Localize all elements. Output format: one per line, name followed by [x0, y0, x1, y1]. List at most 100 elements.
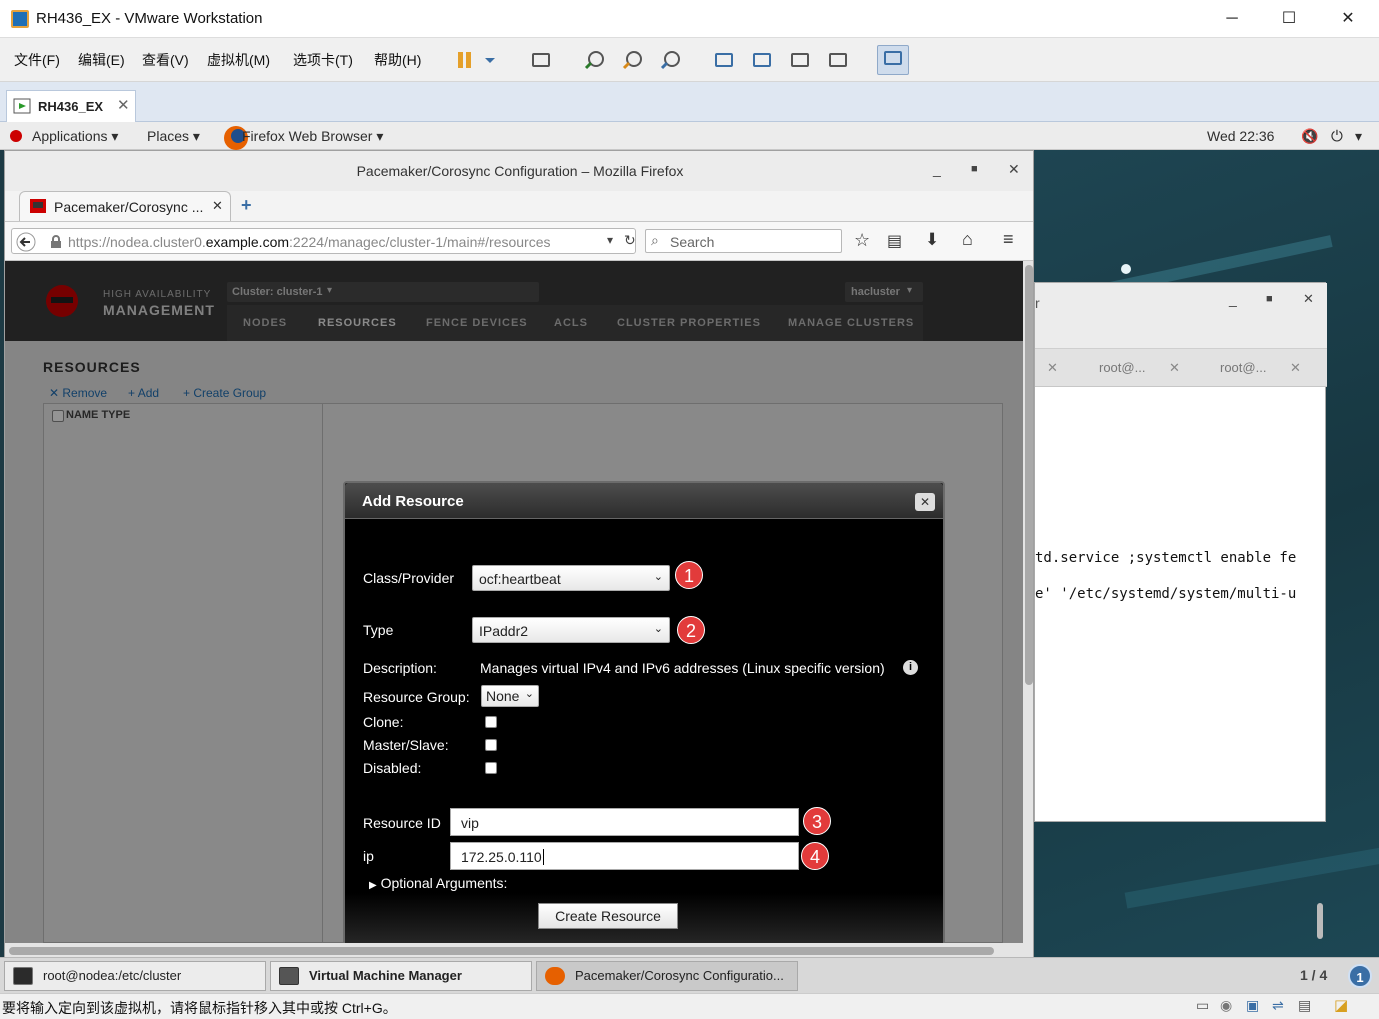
- menu-file[interactable]: 文件(F): [14, 50, 60, 70]
- clock[interactable]: Wed 22:36: [1207, 128, 1274, 144]
- firefox-navbar: https://nodea.cluster0.example.com:2224/…: [5, 221, 1033, 261]
- terminal-tab-1[interactable]: root@...: [1099, 360, 1145, 375]
- power-icon[interactable]: ⏻: [1331, 128, 1343, 145]
- hdd-icon[interactable]: ▭: [1196, 997, 1209, 1014]
- terminal-tab-2[interactable]: root@...: [1220, 360, 1266, 375]
- menu-vm[interactable]: 虚拟机(M): [207, 50, 270, 70]
- close-tab-icon[interactable]: ✕: [117, 96, 130, 114]
- maximize-icon[interactable]: ☐: [1266, 6, 1312, 32]
- taskbar-firefox[interactable]: Pacemaker/Corosync Configuratio...: [536, 961, 798, 991]
- close-icon[interactable]: ✕: [1303, 291, 1314, 307]
- disabled-checkbox[interactable]: [485, 762, 497, 774]
- close-icon[interactable]: ✕: [1008, 161, 1020, 178]
- resource-id-input[interactable]: vip: [450, 808, 799, 836]
- library-view-icon[interactable]: [711, 48, 737, 72]
- vmware-statusbar: 要将输入定向到该虚拟机，请将鼠标指针移入其中或按 Ctrl+G。 ▭ ◉ ▣ ⇌…: [0, 993, 1379, 1019]
- message-icon[interactable]: ◪: [1334, 996, 1348, 1014]
- clone-checkbox[interactable]: [485, 716, 497, 728]
- vertical-scrollbar[interactable]: [1023, 261, 1033, 943]
- tab-rh436[interactable]: RH436_EX ✕: [6, 90, 136, 122]
- maximize-icon[interactable]: ■: [1266, 293, 1273, 305]
- minimize-icon[interactable]: _: [933, 161, 941, 177]
- virt-manager-icon: [279, 967, 299, 985]
- ip-label: ip: [363, 848, 374, 864]
- places-menu[interactable]: Places ▾: [147, 128, 200, 145]
- volume-icon[interactable]: 🔇: [1301, 128, 1318, 145]
- fullscreen-icon[interactable]: [787, 48, 813, 72]
- terminal-tabs: ✕ root@... ✕ root@... ✕: [1035, 349, 1327, 387]
- menu-edit[interactable]: 编辑(E): [78, 50, 125, 70]
- bookmarks-list-icon[interactable]: ▤: [887, 231, 902, 251]
- chevron-down-icon[interactable]: [480, 48, 500, 72]
- info-icon[interactable]: i: [903, 660, 918, 675]
- ip-input[interactable]: 172.25.0.110: [450, 842, 799, 870]
- snapshot-icon[interactable]: [582, 48, 608, 72]
- annotation-badge-4: 4: [801, 842, 829, 870]
- resource-group-select[interactable]: None ⌄: [481, 685, 539, 707]
- send-keys-icon[interactable]: [528, 48, 554, 72]
- chevron-down-icon[interactable]: ▾: [1355, 128, 1362, 145]
- firefox-window[interactable]: Pacemaker/Corosync Configuration – Mozil…: [4, 150, 1034, 957]
- download-icon[interactable]: ⬇: [925, 230, 939, 250]
- notification-badge[interactable]: 1: [1348, 964, 1372, 988]
- cdrom-icon[interactable]: ◉: [1220, 997, 1232, 1014]
- guest-desktop[interactable]: Applications ▾ Places ▾ Firefox Web Brow…: [0, 122, 1379, 957]
- chevron-down-icon[interactable]: ▾: [607, 233, 613, 247]
- page-content: HIGH AVAILABILITY MANAGEMENT Cluster: cl…: [5, 261, 1023, 943]
- close-tab-icon[interactable]: ✕: [212, 198, 223, 214]
- thumbnail-view-icon[interactable]: [749, 48, 775, 72]
- revert-snapshot-icon[interactable]: [620, 48, 646, 72]
- caret-right-icon: ▶: [369, 880, 377, 891]
- bookmark-star-icon[interactable]: ☆: [854, 230, 870, 251]
- close-icon[interactable]: ✕: [1325, 6, 1371, 32]
- reload-icon[interactable]: ↻: [624, 232, 636, 249]
- applications-menu[interactable]: Applications ▾: [32, 128, 118, 145]
- usb-icon[interactable]: ⇌: [1272, 997, 1284, 1014]
- menu-tabs[interactable]: 选项卡(T): [293, 50, 353, 70]
- unity-icon[interactable]: [825, 48, 851, 72]
- close-tab-icon[interactable]: ✕: [1169, 360, 1180, 376]
- menu-view[interactable]: 查看(V): [142, 50, 189, 70]
- firefox-title: Pacemaker/Corosync Configuration – Mozil…: [356, 163, 684, 179]
- hamburger-menu-icon[interactable]: ≡: [1003, 229, 1014, 250]
- dialog-footer: Create Resource: [345, 893, 943, 943]
- search-input[interactable]: ⌕ Search: [645, 229, 842, 253]
- class-provider-select[interactable]: ocf:heartbeat ⌄: [472, 565, 670, 591]
- workspace-pager[interactable]: 1 / 4: [1300, 967, 1327, 983]
- pause-icon[interactable]: [452, 48, 478, 72]
- master-slave-checkbox[interactable]: [485, 739, 497, 751]
- terminal-scrollbar[interactable]: [1317, 903, 1323, 939]
- vm-icon: [13, 98, 31, 114]
- sound-icon[interactable]: ▤: [1298, 997, 1311, 1014]
- maximize-icon[interactable]: ■: [971, 163, 978, 175]
- app-menu[interactable]: Firefox Web Browser ▾: [242, 128, 383, 145]
- type-select[interactable]: IPaddr2 ⌄: [472, 617, 670, 643]
- taskbar-virt-manager[interactable]: Virtual Machine Manager: [270, 961, 532, 991]
- window-title: RH436_EX - VMware Workstation: [36, 10, 263, 27]
- close-tab-icon[interactable]: ✕: [1047, 360, 1058, 376]
- home-icon[interactable]: ⌂: [962, 229, 973, 250]
- vmware-logo-icon: [11, 10, 29, 28]
- master-slave-label: Master/Slave:: [363, 737, 449, 753]
- favicon-icon: [30, 199, 46, 213]
- horizontal-scrollbar[interactable]: [5, 943, 1033, 957]
- new-tab-icon[interactable]: +: [241, 195, 252, 216]
- snapshot-manager-icon[interactable]: [658, 48, 684, 72]
- create-resource-button[interactable]: Create Resource: [538, 903, 678, 929]
- optional-arguments-toggle[interactable]: ▶ Optional Arguments:: [369, 875, 507, 891]
- terminal-icon: [13, 967, 33, 985]
- search-icon: ⌕: [651, 232, 659, 248]
- network-icon[interactable]: ▣: [1246, 997, 1259, 1014]
- url-bar[interactable]: https://nodea.cluster0.example.com:2224/…: [11, 228, 636, 254]
- terminal-window[interactable]: r _ ■ ✕ ✕ root@... ✕ root@... ✕ td.servi…: [1034, 282, 1327, 939]
- close-tab-icon[interactable]: ✕: [1290, 360, 1301, 376]
- menu-help[interactable]: 帮助(H): [374, 50, 421, 70]
- firefox-tab[interactable]: Pacemaker/Corosync ... ✕: [19, 191, 231, 221]
- close-icon[interactable]: ✕: [915, 493, 935, 511]
- taskbar-terminal[interactable]: root@nodea:/etc/cluster: [4, 961, 266, 991]
- vmware-title-bar: RH436_EX - VMware Workstation ─ ☐ ✕: [0, 0, 1379, 38]
- tab-label: RH436_EX: [38, 99, 104, 114]
- minimize-icon[interactable]: _: [1229, 291, 1237, 307]
- console-view-icon[interactable]: [877, 45, 909, 75]
- minimize-icon[interactable]: ─: [1209, 6, 1255, 32]
